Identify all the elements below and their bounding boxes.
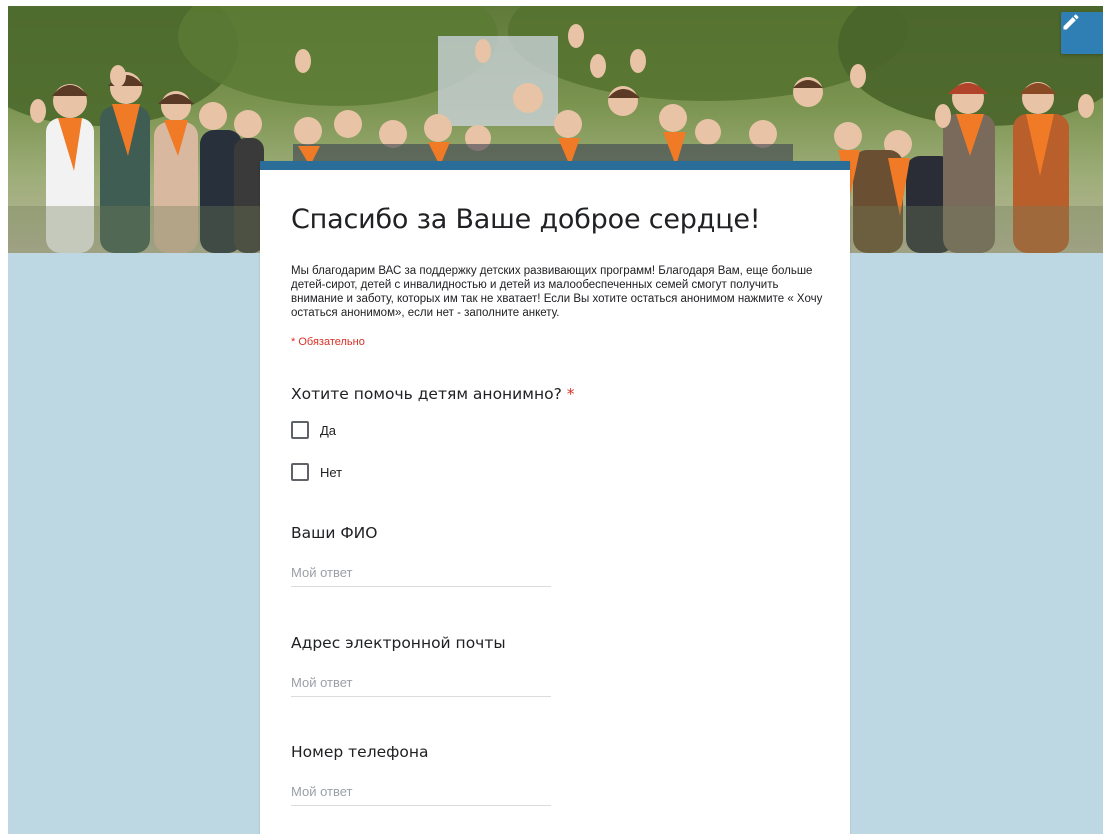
email-input[interactable]: [291, 675, 551, 697]
question-email-title: Адрес электронной почты: [291, 634, 506, 652]
checkbox-no[interactable]: [291, 463, 309, 481]
question-anonymous: Хотите помочь детям анонимно? * Да Нет: [291, 384, 819, 482]
full-name-input[interactable]: [291, 565, 551, 587]
question-full-name-title: Ваши ФИО: [291, 524, 378, 542]
required-star: *: [566, 385, 575, 403]
option-yes-label: Да: [320, 422, 337, 438]
option-no-label: Нет: [320, 464, 343, 480]
checkbox-yes[interactable]: [291, 421, 309, 439]
page-background: Спасибо за Ваше доброе сердце! Мы благод…: [8, 6, 1103, 834]
form-card: Спасибо за Ваше доброе сердце! Мы благод…: [260, 161, 850, 834]
question-phone-title: Номер телефона: [291, 743, 429, 761]
option-yes[interactable]: Да: [291, 420, 819, 440]
question-email: Адрес электронной почты: [291, 633, 819, 697]
form-description: Мы благодарим ВАС за поддержку детских р…: [291, 265, 823, 319]
edit-form-button[interactable]: [1061, 12, 1103, 54]
question-anonymous-label: Хотите помочь детям анонимно?: [291, 385, 562, 403]
question-phone: Номер телефона: [291, 742, 819, 806]
option-no[interactable]: Нет: [291, 462, 819, 482]
required-note: * Обязательно: [291, 336, 365, 348]
form-title: Спасибо за Ваше доброе сердце!: [291, 204, 761, 235]
question-anonymous-title: Хотите помочь детям анонимно? *: [291, 384, 819, 404]
phone-input[interactable]: [291, 784, 551, 806]
pencil-icon: [1063, 14, 1079, 30]
question-full-name: Ваши ФИО: [291, 523, 819, 587]
